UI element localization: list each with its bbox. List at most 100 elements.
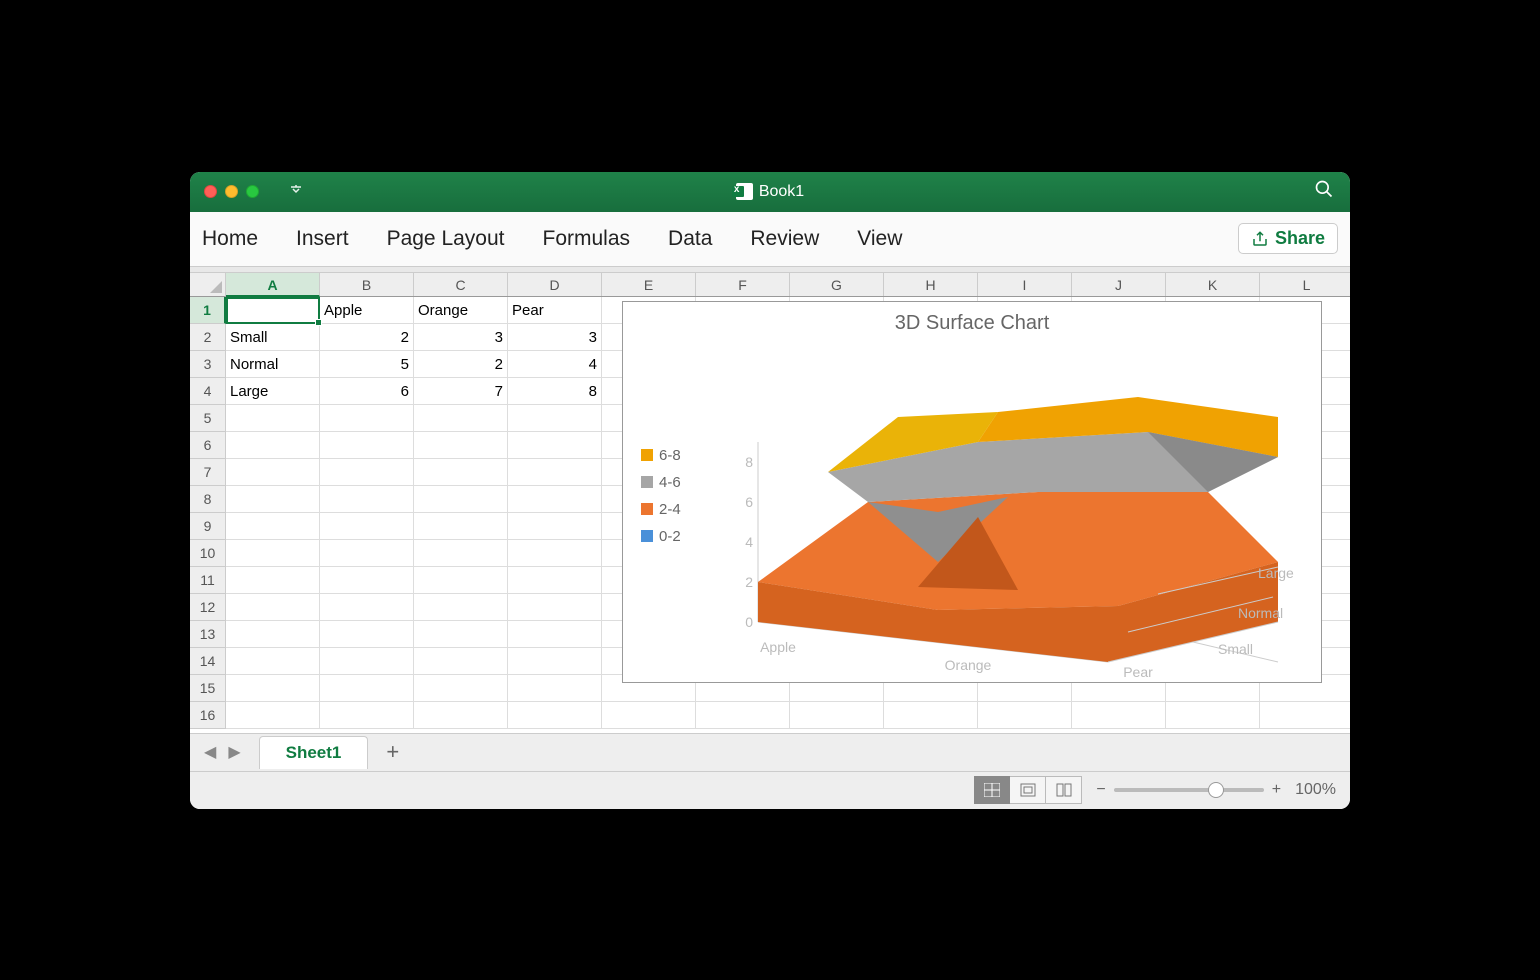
- cell[interactable]: [508, 486, 602, 513]
- cell[interactable]: [320, 621, 414, 648]
- zoom-out-button[interactable]: −: [1096, 781, 1105, 799]
- cell[interactable]: [508, 567, 602, 594]
- cell[interactable]: [790, 702, 884, 729]
- search-icon[interactable]: [1314, 179, 1350, 204]
- cell[interactable]: [414, 540, 508, 567]
- quick-access-menu-icon[interactable]: [289, 183, 303, 200]
- cell[interactable]: Normal: [226, 351, 320, 378]
- cell[interactable]: [226, 621, 320, 648]
- cell[interactable]: [1166, 702, 1260, 729]
- column-header[interactable]: A: [226, 273, 320, 297]
- maximize-window-button[interactable]: [246, 185, 259, 198]
- column-header[interactable]: D: [508, 273, 602, 296]
- cell[interactable]: [320, 405, 414, 432]
- cell[interactable]: [320, 540, 414, 567]
- cell[interactable]: [226, 702, 320, 729]
- cell[interactable]: [226, 675, 320, 702]
- cell[interactable]: Orange: [414, 297, 508, 324]
- cell[interactable]: [508, 621, 602, 648]
- cell[interactable]: [508, 648, 602, 675]
- cell[interactable]: 2: [320, 324, 414, 351]
- zoom-track[interactable]: [1114, 788, 1264, 792]
- column-header[interactable]: C: [414, 273, 508, 296]
- cell[interactable]: [414, 432, 508, 459]
- chart-object[interactable]: 3D Surface Chart 6-84-62-40-2 0 2 4 6 8: [622, 301, 1322, 683]
- cell[interactable]: [320, 675, 414, 702]
- cell[interactable]: [414, 567, 508, 594]
- cell[interactable]: [226, 540, 320, 567]
- row-header[interactable]: 1: [190, 297, 226, 324]
- cell[interactable]: 3: [508, 324, 602, 351]
- cell[interactable]: [320, 513, 414, 540]
- tab-data[interactable]: Data: [668, 227, 712, 251]
- cell[interactable]: 7: [414, 378, 508, 405]
- cell[interactable]: 3: [414, 324, 508, 351]
- cell[interactable]: [320, 486, 414, 513]
- column-header[interactable]: J: [1072, 273, 1166, 296]
- cell[interactable]: [414, 486, 508, 513]
- row-header[interactable]: 7: [190, 459, 226, 486]
- cell[interactable]: 5: [320, 351, 414, 378]
- page-layout-view-button[interactable]: [1010, 776, 1046, 804]
- tab-page-layout[interactable]: Page Layout: [387, 227, 505, 251]
- cell[interactable]: [414, 702, 508, 729]
- cell[interactable]: [508, 432, 602, 459]
- page-break-view-button[interactable]: [1046, 776, 1082, 804]
- cell[interactable]: 6: [320, 378, 414, 405]
- cell[interactable]: [414, 621, 508, 648]
- normal-view-button[interactable]: [974, 776, 1010, 804]
- row-header[interactable]: 5: [190, 405, 226, 432]
- column-header[interactable]: H: [884, 273, 978, 296]
- row-header[interactable]: 9: [190, 513, 226, 540]
- cell[interactable]: [1260, 702, 1350, 729]
- cell[interactable]: [320, 702, 414, 729]
- cell[interactable]: [320, 459, 414, 486]
- cell[interactable]: [226, 594, 320, 621]
- column-header[interactable]: I: [978, 273, 1072, 296]
- row-header[interactable]: 4: [190, 378, 226, 405]
- cell[interactable]: 2: [414, 351, 508, 378]
- row-header[interactable]: 15: [190, 675, 226, 702]
- column-header[interactable]: K: [1166, 273, 1260, 296]
- cell[interactable]: [226, 513, 320, 540]
- cell[interactable]: [508, 702, 602, 729]
- tab-formulas[interactable]: Formulas: [543, 227, 631, 251]
- cell[interactable]: [978, 702, 1072, 729]
- cell[interactable]: [414, 459, 508, 486]
- cell[interactable]: [508, 594, 602, 621]
- minimize-window-button[interactable]: [225, 185, 238, 198]
- sheet-tab[interactable]: Sheet1: [259, 736, 369, 769]
- zoom-thumb[interactable]: [1208, 782, 1224, 798]
- cell[interactable]: [508, 459, 602, 486]
- next-sheet-icon[interactable]: ▶: [222, 738, 246, 766]
- cell[interactable]: 4: [508, 351, 602, 378]
- row-header[interactable]: 12: [190, 594, 226, 621]
- cell[interactable]: Small: [226, 324, 320, 351]
- cell[interactable]: [508, 540, 602, 567]
- cell[interactable]: [602, 702, 696, 729]
- cell[interactable]: Large: [226, 378, 320, 405]
- worksheet[interactable]: ABCDEFGHIJKL 12345678910111213141516 App…: [190, 273, 1350, 733]
- cell[interactable]: [696, 702, 790, 729]
- cell[interactable]: [226, 405, 320, 432]
- cell[interactable]: Pear: [508, 297, 602, 324]
- cell[interactable]: [320, 594, 414, 621]
- cell[interactable]: [414, 594, 508, 621]
- close-window-button[interactable]: [204, 185, 217, 198]
- cell[interactable]: [320, 648, 414, 675]
- tab-review[interactable]: Review: [750, 227, 819, 251]
- cell[interactable]: [508, 405, 602, 432]
- cell[interactable]: [1072, 702, 1166, 729]
- zoom-level[interactable]: 100%: [1295, 781, 1336, 799]
- row-header[interactable]: 16: [190, 702, 226, 729]
- tab-view[interactable]: View: [857, 227, 902, 251]
- cell[interactable]: Apple: [320, 297, 414, 324]
- cell[interactable]: [508, 675, 602, 702]
- cell[interactable]: [508, 513, 602, 540]
- row-header[interactable]: 8: [190, 486, 226, 513]
- tab-insert[interactable]: Insert: [296, 227, 349, 251]
- cell[interactable]: [414, 648, 508, 675]
- cell[interactable]: [414, 513, 508, 540]
- cell[interactable]: [414, 405, 508, 432]
- cell[interactable]: 8: [508, 378, 602, 405]
